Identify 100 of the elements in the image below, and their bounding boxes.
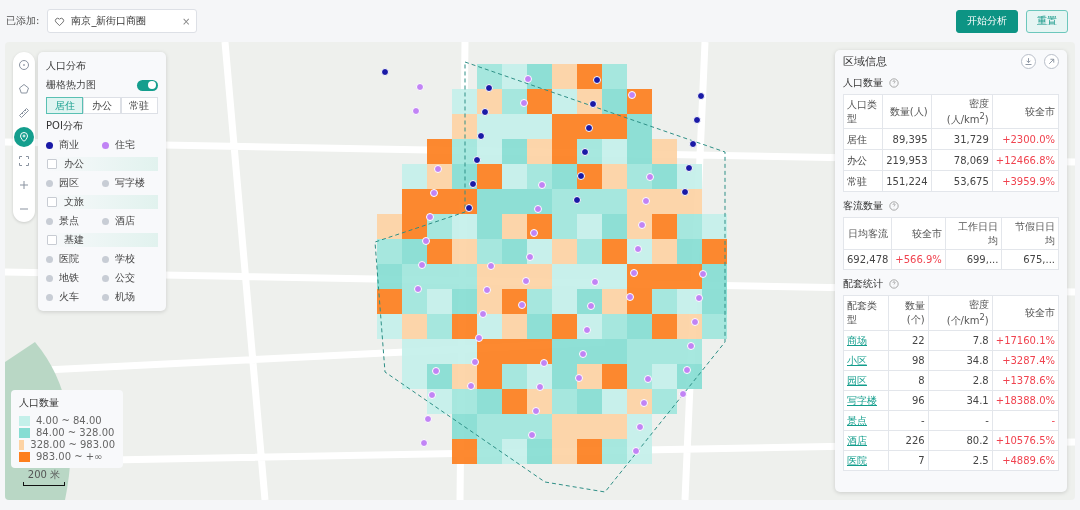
population-tab[interactable]: 办公 xyxy=(83,97,121,114)
heatmap-label: 栅格热力图 xyxy=(46,78,96,92)
poi-label: 学校 xyxy=(115,252,135,266)
expand-button[interactable] xyxy=(1044,54,1059,69)
table-cell: 226 xyxy=(888,430,929,451)
table-cell: +566.9% xyxy=(891,249,946,270)
heatmap-toggle[interactable] xyxy=(137,79,158,91)
column-header: 配套类型 xyxy=(843,295,888,331)
column-header: 密度(人/km$^{2}$) xyxy=(931,94,993,129)
map-tool-button[interactable] xyxy=(14,127,34,147)
table-cell: 常驻 xyxy=(843,170,883,192)
help-icon[interactable] xyxy=(889,279,899,290)
section-title: 人口数量 xyxy=(843,76,883,90)
table-cell: 34.1 xyxy=(928,390,993,411)
legend-title: 人口数量 xyxy=(19,396,60,410)
poi-label: 景点 xyxy=(59,214,79,228)
table-cell: 96 xyxy=(888,390,929,411)
close-icon[interactable]: × xyxy=(182,15,191,27)
poi-dot[interactable] xyxy=(102,255,109,263)
column-header: 密度(个/km$^{2}$) xyxy=(928,295,993,331)
poi-label: 酒店 xyxy=(115,214,135,228)
table-cell: 89,395 xyxy=(882,128,932,150)
help-icon[interactable] xyxy=(889,201,899,212)
group-label: 办公 xyxy=(64,157,84,171)
poi-group-header[interactable]: 文旅 xyxy=(46,195,158,209)
table-cell: +3959.9% xyxy=(992,170,1059,192)
pentagon-icon xyxy=(18,83,30,95)
population-tab[interactable]: 常驻 xyxy=(120,97,158,114)
poi-group-header[interactable]: 办公 xyxy=(46,157,158,171)
facility-link[interactable]: 景点 xyxy=(843,410,888,431)
added-label: 已添加: xyxy=(6,14,40,28)
poi-label: 公交 xyxy=(115,271,135,285)
table-cell: 675,... xyxy=(1001,249,1059,270)
poi-dot[interactable] xyxy=(102,217,109,225)
facility-link[interactable]: 写字楼 xyxy=(843,390,888,411)
table-cell: 2.5 xyxy=(928,450,993,471)
group-label: 基建 xyxy=(64,233,84,247)
poi-label: 医院 xyxy=(59,252,79,266)
table-cell: 219,953 xyxy=(882,149,932,171)
column-header: 较全市 xyxy=(891,217,946,250)
poi-label: 写字楼 xyxy=(115,176,145,190)
poi-title: POI分布 xyxy=(46,119,84,133)
facility-link[interactable]: 小区 xyxy=(843,350,888,371)
poi-label: 住宅 xyxy=(115,138,135,152)
population-tab[interactable]: 居住 xyxy=(46,97,84,114)
area-tag[interactable]: 南京_新街口商圈 × xyxy=(47,9,198,33)
column-header: 日均客流 xyxy=(843,217,892,250)
poi-dot[interactable] xyxy=(46,217,53,225)
facility-link[interactable]: 酒店 xyxy=(843,430,888,451)
table-cell: 78,069 xyxy=(931,149,993,171)
poi-dot[interactable] xyxy=(102,293,109,301)
poi-group-header[interactable]: 基建 xyxy=(46,233,158,247)
poi-label: 地铁 xyxy=(59,271,79,285)
column-header: 节假日日均 xyxy=(1001,217,1059,250)
facility-link[interactable]: 商场 xyxy=(843,330,888,351)
table-cell: +17160.1% xyxy=(992,330,1059,351)
column-header: 数量(个) xyxy=(888,295,929,331)
panel-title: 人口分布 xyxy=(46,59,87,73)
help-icon[interactable] xyxy=(889,78,899,88)
table-cell: +12466.8% xyxy=(992,149,1059,171)
table-cell: +1378.6% xyxy=(992,370,1059,391)
checkbox[interactable] xyxy=(47,159,57,169)
poi-label: 火车 xyxy=(59,290,79,304)
table-cell: - xyxy=(992,410,1059,431)
circle-icon xyxy=(18,59,30,71)
download-icon xyxy=(1024,57,1033,66)
poi-label: 园区 xyxy=(59,176,79,190)
checkbox[interactable] xyxy=(47,235,57,245)
legend-label: 84.00 ~ 328.00 xyxy=(36,427,115,438)
plus-icon xyxy=(18,179,30,191)
heart-icon xyxy=(54,15,66,27)
poi-dot[interactable] xyxy=(46,141,53,149)
scale-label: 200 米 xyxy=(27,468,61,482)
download-button[interactable] xyxy=(1021,54,1036,69)
poi-label: 机场 xyxy=(115,290,135,304)
poi-dot[interactable] xyxy=(46,255,53,263)
table-cell: 34.8 xyxy=(928,350,993,371)
poi-dot[interactable] xyxy=(46,293,53,301)
poi-dot[interactable] xyxy=(102,274,109,282)
table-cell: 699,... xyxy=(945,249,1002,270)
table-cell: - xyxy=(888,410,929,431)
table-cell: 7 xyxy=(888,450,929,471)
ruler-icon xyxy=(18,107,30,119)
reset-button[interactable]: 重置 xyxy=(1026,9,1068,33)
facility-link[interactable]: 医院 xyxy=(843,450,888,471)
section-title: 客流数量 xyxy=(843,199,883,214)
legend-label: 328.00 ~ 983.00 xyxy=(30,439,115,450)
facility-link[interactable]: 园区 xyxy=(843,370,888,391)
checkbox[interactable] xyxy=(47,197,57,207)
group-label: 文旅 xyxy=(64,195,84,209)
column-header: 较全市 xyxy=(992,295,1059,331)
table-cell: 2.8 xyxy=(928,370,993,391)
poi-dot[interactable] xyxy=(46,274,53,282)
poi-dot[interactable] xyxy=(102,179,109,187)
poi-dot[interactable] xyxy=(102,141,109,149)
column-header: 工作日日均 xyxy=(945,217,1002,250)
start-analysis-button[interactable]: 开始分析 xyxy=(956,9,1018,33)
column-header: 数量(人) xyxy=(882,94,932,129)
poi-dot[interactable] xyxy=(46,179,53,187)
table-cell: 98 xyxy=(888,350,929,371)
